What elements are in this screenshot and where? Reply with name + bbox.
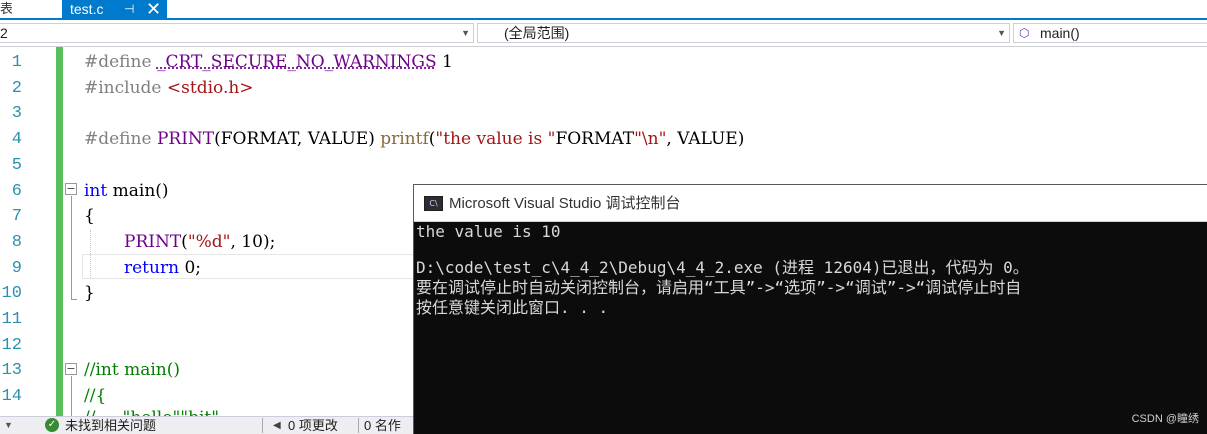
line-number: 9 <box>11 258 22 278</box>
watermark: CSDN @瞳绣 <box>1131 413 1199 425</box>
code-text[interactable]: #define _CRT_SECURE_NO_WARNINGS 1 <box>84 50 453 75</box>
close-icon[interactable]: ✕ <box>146 0 161 19</box>
check-circle-icon: ✓ <box>45 418 59 432</box>
console-line: 要在调试停止时自动关闭控制台，请启用“工具”->“选项”->“调试”->“调试停… <box>416 278 1022 297</box>
line-number: 10 <box>1 284 22 304</box>
debug-console-window[interactable]: C\ Microsoft Visual Studio 调试控制台 the val… <box>413 184 1207 434</box>
document-tab-bar: 表 test.c ⊣ ✕ <box>0 0 1207 20</box>
line-number: 8 <box>11 232 22 252</box>
code-text[interactable]: #include <stdio.h> <box>84 76 254 101</box>
line-number: 3 <box>11 104 22 124</box>
code-line: 2 #include <stdio.h> <box>0 76 1207 102</box>
pin-icon[interactable]: ⊣ <box>124 0 134 19</box>
code-text[interactable]: return 0; <box>124 256 201 281</box>
function-cube-icon: ⬡ <box>1019 26 1030 40</box>
console-output[interactable]: the value is 10 D:\code\test_c\4_4_2\Deb… <box>416 222 1207 434</box>
code-line: 4 #define PRINT(FORMAT, VALUE) printf("t… <box>0 127 1207 153</box>
changes-status[interactable]: 0 项更改 <box>288 417 338 434</box>
chevron-down-icon: ▼ <box>997 28 1006 38</box>
scope-dropdown[interactable]: (全局范围) ▼ <box>477 23 1010 43</box>
chevron-down-icon: ▼ <box>461 28 470 38</box>
line-number: 13 <box>1 361 22 381</box>
code-text[interactable]: //int main() <box>84 358 180 383</box>
code-line: 1 #define _CRT_SECURE_NO_WARNINGS 1 <box>0 50 1207 76</box>
line-number: 12 <box>1 335 22 355</box>
issues-status[interactable]: 未找到相关问题 <box>65 417 156 434</box>
tab-previous-fragment[interactable]: 表 <box>0 0 12 20</box>
project-dropdown[interactable]: 2 ▼ <box>0 23 474 43</box>
line-number: 6 <box>11 181 22 201</box>
console-line: 按任意键关闭此窗口. . . <box>416 298 609 317</box>
code-text[interactable]: int main() <box>84 179 169 204</box>
console-line: D:\code\test_c\4_4_2\Debug\4_4_2.exe (进程… <box>416 258 1029 277</box>
console-app-icon: C\ <box>424 196 443 211</box>
member-dropdown-value: main() <box>1040 25 1080 41</box>
console-title: Microsoft Visual Studio 调试控制台 <box>449 195 681 212</box>
status-divider <box>358 418 359 433</box>
line-number: 1 <box>11 53 22 72</box>
line-number: 11 <box>1 310 22 329</box>
project-dropdown-value: 2 <box>0 25 8 41</box>
code-text[interactable]: PRINT("%d", 10); <box>124 230 275 255</box>
member-dropdown[interactable]: ⬡ main() <box>1013 23 1207 43</box>
console-title-bar[interactable]: C\ Microsoft Visual Studio 调试控制台 <box>414 185 1207 222</box>
console-line: the value is 10 <box>416 222 561 241</box>
line-number: 2 <box>11 78 22 98</box>
code-text[interactable]: { <box>84 204 95 229</box>
tab-label: test.c <box>70 1 104 17</box>
code-text[interactable]: #define PRINT(FORMAT, VALUE) printf("the… <box>84 127 744 152</box>
code-line: 5 <box>0 153 1207 179</box>
line-number: 4 <box>11 130 22 150</box>
code-text[interactable]: } <box>84 281 95 306</box>
author-status[interactable]: 0 名作 <box>364 417 401 434</box>
tab-test-c[interactable]: test.c ⊣ ✕ <box>62 0 167 20</box>
code-text[interactable]: // "hello""bit" <box>84 406 219 416</box>
chevron-left-icon[interactable]: ◀ <box>273 417 281 434</box>
status-divider <box>262 418 263 433</box>
line-number: 5 <box>11 155 22 175</box>
code-line: 3 <box>0 101 1207 127</box>
line-number: 7 <box>11 207 22 227</box>
scope-dropdown-value: (全局范围) <box>504 25 570 41</box>
chevron-down-icon[interactable]: ▼ <box>4 417 13 434</box>
navigation-bar: 2 ▼ (全局范围) ▼ ⬡ main() <box>0 20 1207 47</box>
